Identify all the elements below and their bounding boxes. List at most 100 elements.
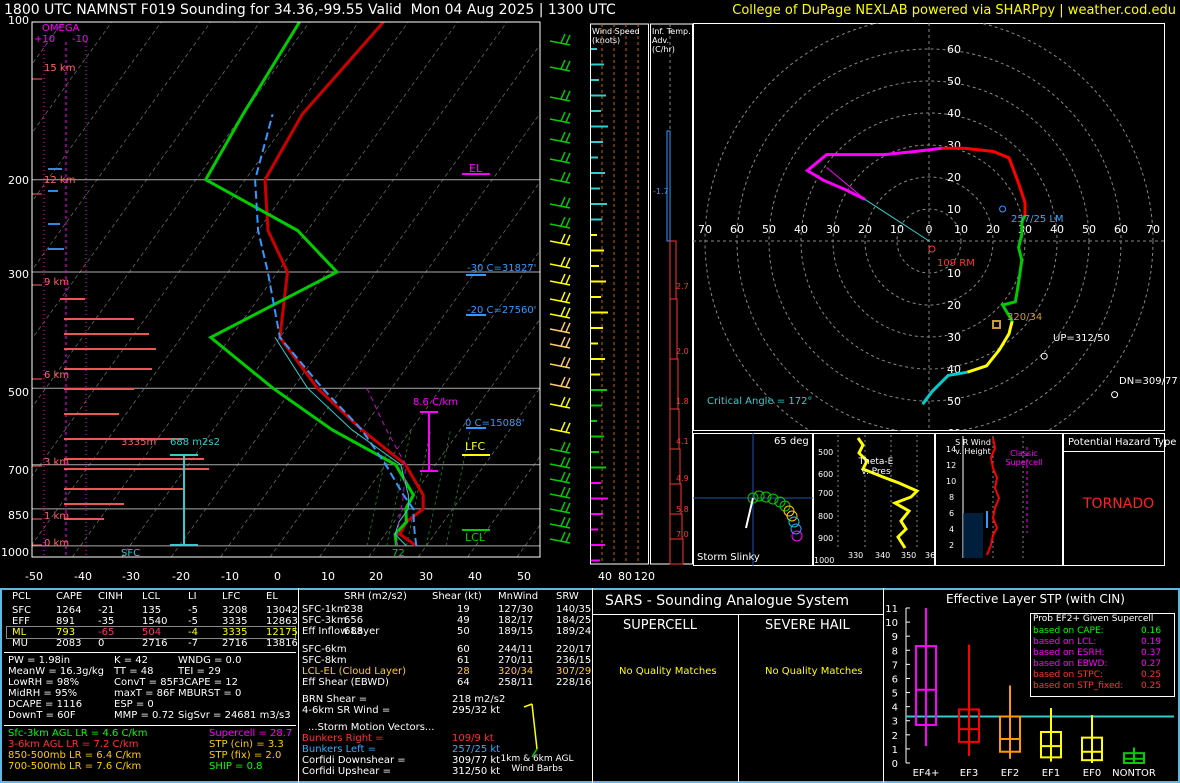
stp-title: Effective Layer STP (with CIN) xyxy=(946,592,1125,606)
kin-value: 189/24 xyxy=(556,626,592,637)
stp-ytick: 2 xyxy=(892,731,898,742)
slinky-angle: 65 deg xyxy=(774,436,809,447)
motion-value: 109/9 kt xyxy=(452,733,494,744)
hodograph-labels: 257/25 LM 109 RM 320/34 UP=312/50 DN=309… xyxy=(693,23,1178,431)
barb xyxy=(523,703,533,708)
pressure-tick: 700 xyxy=(8,464,29,477)
sars-panel: SARS - Sounding Analogue System SUPERCEL… xyxy=(593,590,883,782)
sfc-label: SFC xyxy=(121,548,141,559)
kin-value: 140/35 xyxy=(556,604,592,615)
stp-ytick: 3 xyxy=(892,717,898,728)
temp-tick: -30 xyxy=(122,570,140,583)
tadv-value: 5.8 xyxy=(676,505,689,514)
kin-value: 189/15 xyxy=(498,626,534,637)
dn-label: DN=309/77 xyxy=(1119,376,1178,387)
thermo-value: K = 42 xyxy=(114,655,149,666)
parcel-cell: 12175 xyxy=(266,627,298,638)
pressure-tick: 850 xyxy=(8,509,29,522)
stp-legend-value: 0.37 xyxy=(1141,648,1162,658)
height-tick: 9 km xyxy=(44,277,70,288)
theta-xtick: 330 xyxy=(848,551,864,560)
thermo-value: maxT = 86F xyxy=(114,688,176,699)
thermo-value: TEI = 29 xyxy=(178,666,221,677)
lm-label: 257/25 LM xyxy=(1011,214,1064,225)
lfc-label: LFC xyxy=(465,440,486,453)
theta-xtick: 36 xyxy=(925,551,936,560)
thermo-value: ConvT = 85F xyxy=(114,677,179,688)
height-tick: 1 km xyxy=(44,511,70,522)
stp-legend-label: based on EBWD: xyxy=(1033,659,1108,669)
srw-label: 320/34 xyxy=(1007,312,1043,323)
cape-height-label: 3335m xyxy=(121,437,157,448)
storm-motion-title: ...Storm Motion Vectors... xyxy=(308,722,435,733)
temp-tick: -10 xyxy=(221,570,239,583)
motion-label: Corfidi Upshear = xyxy=(302,766,391,777)
motion-label: Bunkers Left = xyxy=(302,744,376,755)
stp-ytick: 8 xyxy=(892,646,898,657)
stp-category: EF4+ xyxy=(913,768,940,779)
stp-category: EF3 xyxy=(960,768,978,779)
parcel-cell: 0 xyxy=(98,638,105,649)
kin-value: 19 xyxy=(457,604,470,615)
agl-wind-barbs xyxy=(523,703,538,758)
srwind-classic: Classic Supercell xyxy=(1005,449,1043,467)
composite-value: Supercell = 28.7 xyxy=(209,728,293,739)
brn-label: BRN Shear = xyxy=(302,694,368,705)
parcel-cell: 3335 xyxy=(222,627,248,638)
srw-ytick: 8 xyxy=(949,493,955,502)
parcel-col-header: CINH xyxy=(98,591,123,602)
temp-tick: 10 xyxy=(321,570,335,583)
stp-ytick: 9 xyxy=(892,632,898,643)
hazard-title: Potential Hazard Type xyxy=(1068,437,1177,448)
stp-ytick: 5 xyxy=(892,689,898,700)
kin-value: 49 xyxy=(457,615,470,626)
hazard-value: TORNADO xyxy=(1083,496,1155,512)
theta-ytick: 1000 xyxy=(814,556,835,565)
stp-ytick: 7 xyxy=(892,660,898,671)
parcel-cell: -5 xyxy=(188,605,198,616)
kin-value: 220/17 xyxy=(556,644,592,655)
parcel-cell: MU xyxy=(12,638,28,649)
sars-no-match-supercell: No Quality Matches xyxy=(619,666,717,677)
thermo-value: ESP = 0 xyxy=(114,699,154,710)
thermo-value: PW = 1.98in xyxy=(8,655,71,666)
pressure-tick: 500 xyxy=(8,386,29,399)
tadv-value: 2.7 xyxy=(676,282,689,291)
srw-shade xyxy=(963,513,983,558)
parcel-col-header: LCL xyxy=(142,591,161,602)
kin-value: 228/16 xyxy=(556,677,592,688)
ws-tick: 80 xyxy=(618,570,632,583)
credit-text: College of DuPage NEXLAB powered via SHA… xyxy=(732,3,1176,18)
srwind-title: S R Wind v. Height xyxy=(955,438,991,456)
pressure-tick: 100 xyxy=(8,14,29,27)
kin-value: 127/30 xyxy=(498,604,534,615)
barb xyxy=(531,748,538,758)
kin-value: 60 xyxy=(457,644,470,655)
stp-category: EF1 xyxy=(1042,768,1060,779)
lapse-rate-label: 8.6 C/km xyxy=(413,397,458,408)
stp-ytick: 6 xyxy=(892,674,898,685)
rm-label: 109 RM xyxy=(937,258,975,269)
stp-legend-title: Prob EF2+ Given Supercell xyxy=(1033,614,1154,624)
stp-category: EF2 xyxy=(1001,768,1019,779)
tadv-value: 2.0 xyxy=(676,347,689,356)
parcel-header: PCL CAPE CINH LCL LI LFC EL xyxy=(6,591,296,603)
parcel-cell: -65 xyxy=(98,627,115,638)
kin-value: 270/11 xyxy=(498,655,534,666)
thermo-value: DCAPE = 1116 xyxy=(8,699,83,710)
stp-legend-label: based on CAPE: xyxy=(1033,626,1104,636)
lapse-value: Sfc-3km AGL LR = 4.6 C/km xyxy=(8,728,148,739)
critical-angle-label: Critical Angle = 172° xyxy=(707,396,813,407)
stp-legend-value: 0.25 xyxy=(1141,670,1162,680)
parcel-cell: 135 xyxy=(142,605,162,616)
kin-label: SFC-8km xyxy=(302,655,347,666)
theta-title: Theta-E v. Pres xyxy=(858,457,894,477)
divider xyxy=(738,614,739,782)
stp-ytick: 11 xyxy=(885,604,898,615)
wind-speed-panel xyxy=(590,23,649,565)
lapse-value: 3-6km AGL LR = 7.2 C/km xyxy=(8,739,139,750)
srw-ytick: 14 xyxy=(946,445,957,454)
kin-value: 320/34 xyxy=(498,666,534,677)
kin-value: 61 xyxy=(457,655,470,666)
kin-value: 182/17 xyxy=(498,615,534,626)
